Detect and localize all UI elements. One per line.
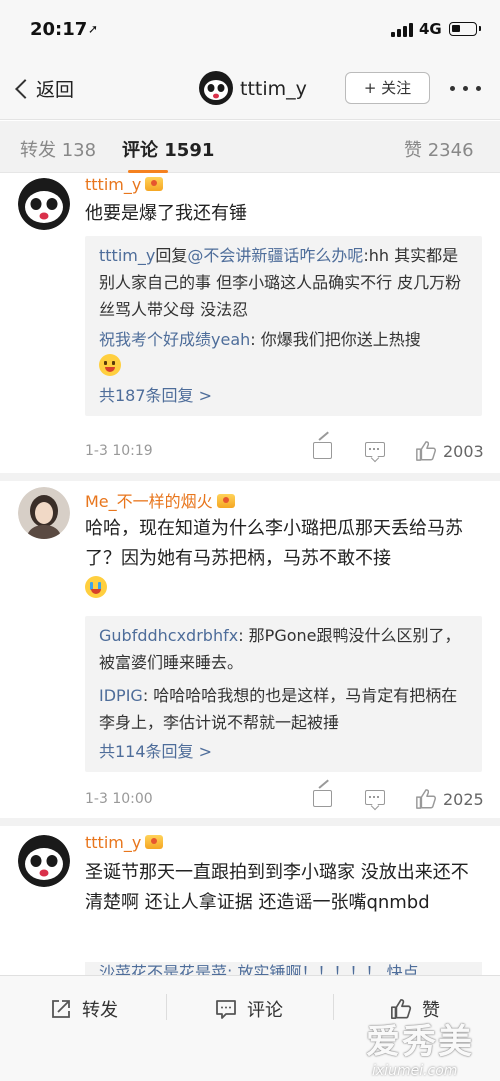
laughing-crying-emoji-icon bbox=[85, 576, 107, 598]
reply-author[interactable]: tttim_y bbox=[99, 246, 155, 265]
comment-meta: 1-3 10:00 2025 bbox=[85, 789, 485, 813]
vip-badge-icon bbox=[216, 494, 235, 508]
reply-mention[interactable]: @不会讲新疆话咋么办呢 bbox=[187, 246, 363, 265]
watermark-main: 爱秀美 bbox=[366, 1022, 474, 1062]
reply-icon[interactable] bbox=[365, 442, 385, 457]
cellular-signal-icon bbox=[391, 23, 415, 37]
repost-label: 转发 bbox=[82, 1000, 118, 1021]
comment-time: 1-3 10:00 bbox=[85, 791, 153, 807]
reply-text: : 你爆我们把你送上热搜 bbox=[250, 330, 421, 349]
more-replies-link[interactable]: 共187条回复 > bbox=[99, 382, 468, 410]
location-arrow-icon: ➚ bbox=[88, 22, 99, 36]
section-divider bbox=[0, 818, 500, 826]
tab-bar: 转发 138 评论 1591 赞 2346 bbox=[0, 121, 500, 173]
comment-label: 评论 bbox=[247, 1000, 283, 1021]
tab-comments[interactable]: 评论 1591 bbox=[122, 136, 214, 162]
reply-item: tttim_y回复@不会讲新疆话咋么办呢:hh 其实都是别人家自己的事 但李小璐… bbox=[99, 242, 468, 323]
thumbs-up-icon[interactable] bbox=[415, 440, 437, 462]
comment-time: 1-3 10:19 bbox=[85, 443, 153, 459]
drooling-emoji-icon bbox=[99, 354, 121, 376]
reply-icon[interactable] bbox=[365, 790, 385, 805]
reply-author[interactable]: Gubfddhcxdrbhfx bbox=[99, 626, 238, 645]
separator bbox=[166, 994, 167, 1020]
comment-icon bbox=[216, 1000, 236, 1019]
follow-button[interactable]: + 关注 bbox=[345, 72, 430, 104]
commenter-name[interactable]: Me_不一样的烟火 bbox=[85, 488, 235, 512]
reply-item: 祝我考个好成绩yeah: 你爆我们把你送上热搜 bbox=[99, 326, 468, 380]
comment-text: 圣诞节那天一直跟拍到到李小璐家 没放出来还不清楚啊 还让人拿证据 还造谣一张嘴q… bbox=[85, 862, 469, 913]
reply-item: IDPIG: 哈哈哈哈我想的也是这样，马肯定有把柄在李身上，李估计说不帮就一起被… bbox=[99, 682, 468, 736]
comment-text: 他要是爆了我还有锤 bbox=[85, 203, 247, 224]
commenter-name[interactable]: tttim_y bbox=[85, 175, 164, 194]
panda-avatar[interactable] bbox=[199, 71, 233, 105]
reply-thread[interactable]: tttim_y回复@不会讲新疆话咋么办呢:hh 其实都是别人家自己的事 但李小璐… bbox=[85, 236, 482, 416]
nav-username[interactable]: tttim_y bbox=[240, 78, 307, 100]
reply-author[interactable]: IDPIG bbox=[99, 686, 143, 705]
chevron-left-icon bbox=[15, 78, 35, 99]
reply-author[interactable]: 祝我考个好成绩yeah bbox=[99, 330, 250, 349]
like-count: 2003 bbox=[443, 442, 484, 461]
reply-thread-partial[interactable]: 沙菜花不是花是菜: 放实锤啊！！！！！ 快点 bbox=[85, 962, 482, 975]
vip-badge-icon bbox=[145, 177, 164, 191]
network-type: 4G bbox=[419, 20, 442, 38]
back-label: 返回 bbox=[36, 79, 75, 101]
commenter-name[interactable]: tttim_y bbox=[85, 833, 164, 852]
panda-avatar[interactable] bbox=[18, 835, 70, 887]
comment-text: 哈哈，现在知道为什么李小璐把瓜那天丢给马苏了？因为她有马苏把柄，马苏不敢不接 bbox=[85, 514, 480, 604]
more-replies-link[interactable]: 共114条回复 > bbox=[99, 738, 468, 766]
active-tab-indicator bbox=[128, 170, 168, 173]
like-count: 2025 bbox=[443, 790, 484, 809]
more-options-icon[interactable] bbox=[448, 76, 484, 100]
repost-button[interactable]: 转发 bbox=[50, 996, 118, 1022]
battery-icon bbox=[449, 22, 481, 36]
status-bar: 20:17 ➚ 4G bbox=[0, 0, 500, 58]
status-time: 20:17 bbox=[30, 19, 88, 40]
repost-icon bbox=[52, 1000, 70, 1018]
vip-badge-icon bbox=[145, 835, 164, 849]
nav-bar: 返回 tttim_y + 关注 bbox=[0, 58, 500, 120]
share-icon[interactable] bbox=[313, 442, 332, 459]
comment-meta: 1-3 10:19 2003 bbox=[85, 441, 485, 465]
tab-reposts[interactable]: 转发 138 bbox=[20, 136, 96, 162]
share-icon[interactable] bbox=[313, 790, 332, 807]
section-divider bbox=[0, 473, 500, 481]
reply-verb: 回复 bbox=[155, 246, 188, 265]
tab-likes[interactable]: 赞 2346 bbox=[404, 136, 474, 162]
thumbs-up-icon[interactable] bbox=[415, 788, 437, 810]
reply-text: : 哈哈哈哈我想的也是这样，马肯定有把柄在李身上，李估计说不帮就一起被捶 bbox=[99, 686, 458, 732]
site-watermark: 爱秀美 ixiumei.com bbox=[366, 1014, 474, 1079]
watermark-url: ixiumei.com bbox=[372, 1063, 458, 1079]
user-photo-avatar[interactable] bbox=[18, 487, 70, 539]
comment-button[interactable]: 评论 bbox=[215, 996, 283, 1022]
reply-item: Gubfddhcxdrbhfx: 那PGone跟鸭没什么区别了，被富婆们睡来睡去… bbox=[99, 622, 468, 676]
back-button[interactable]: 返回 bbox=[12, 75, 74, 102]
panda-avatar[interactable] bbox=[18, 178, 70, 230]
separator bbox=[333, 994, 334, 1020]
reply-thread[interactable]: Gubfddhcxdrbhfx: 那PGone跟鸭没什么区别了，被富婆们睡来睡去… bbox=[85, 616, 482, 772]
